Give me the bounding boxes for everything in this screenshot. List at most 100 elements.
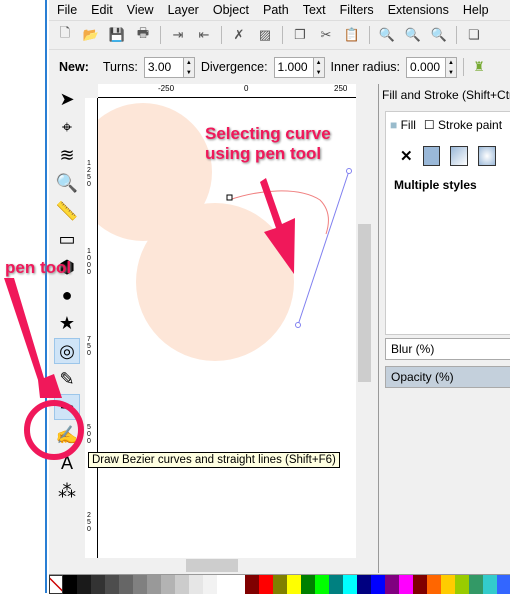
color-swatch[interactable] <box>441 575 455 594</box>
menu-bar: File Edit View Layer Object Path Text Filters Ex… <box>49 0 510 21</box>
divergence-stepper[interactable]: ▲ ▼ <box>313 56 325 78</box>
tab-fill[interactable]: ■ Fill <box>390 118 416 132</box>
menu-filters[interactable]: Filters <box>340 3 374 17</box>
color-palette <box>49 574 510 594</box>
menu-layer[interactable]: Layer <box>168 3 199 17</box>
color-swatch[interactable] <box>217 575 231 594</box>
linear-gradient-button[interactable] <box>450 146 469 166</box>
color-swatch[interactable] <box>273 575 287 594</box>
color-swatch[interactable] <box>357 575 371 594</box>
color-swatch[interactable] <box>427 575 441 594</box>
rectangle-tool-icon[interactable]: ▭ <box>54 226 80 252</box>
fill-stroke-panel: Fill and Stroke (Shift+Ctrl+F) ■ Fill ☐ … <box>378 84 510 573</box>
circle-shape <box>136 203 294 361</box>
zoom-page-icon[interactable]: 🔍 <box>430 26 448 44</box>
menu-path[interactable]: Path <box>263 3 289 17</box>
tooltip: Draw Bezier curves and straight lines (S… <box>88 452 340 468</box>
turns-input[interactable] <box>143 56 184 78</box>
annotation-arrow-pen <box>4 278 84 460</box>
canvas[interactable]: Selecting curve using pen tool <box>98 98 356 558</box>
color-swatch[interactable] <box>175 575 189 594</box>
save-icon[interactable]: 💾 <box>108 26 126 44</box>
color-swatch[interactable] <box>399 575 413 594</box>
color-swatch[interactable] <box>413 575 427 594</box>
flat-color-button[interactable] <box>422 146 441 166</box>
color-swatch[interactable] <box>161 575 175 594</box>
color-swatch[interactable] <box>189 575 203 594</box>
color-swatch[interactable] <box>329 575 343 594</box>
zoom-drawing-icon[interactable]: 🔍 <box>404 26 422 44</box>
reset-icon[interactable]: ♜ <box>470 58 488 76</box>
menu-extensions[interactable]: Extensions <box>388 3 449 17</box>
measure-tool-icon[interactable]: 📏 <box>54 198 80 224</box>
no-color-swatch[interactable] <box>49 575 63 594</box>
menu-edit[interactable]: Edit <box>91 3 113 17</box>
export-icon[interactable]: ⇤ <box>195 26 213 44</box>
scroll-thumb[interactable] <box>186 559 238 572</box>
radial-gradient-button[interactable] <box>478 146 497 166</box>
color-swatch[interactable] <box>343 575 357 594</box>
tweak-tool-icon[interactable]: ≋ <box>54 142 80 168</box>
color-swatch[interactable] <box>497 575 510 594</box>
color-swatch[interactable] <box>301 575 315 594</box>
spray-tool-icon[interactable]: ⁂ <box>54 478 80 504</box>
color-swatch[interactable] <box>91 575 105 594</box>
handle-node <box>295 322 301 328</box>
color-swatch[interactable] <box>245 575 259 594</box>
ruler-label: 250 <box>87 512 91 533</box>
color-swatch[interactable] <box>287 575 301 594</box>
ruler-label: 250 <box>334 84 348 93</box>
color-swatch[interactable] <box>231 575 245 594</box>
inner-radius-stepper[interactable]: ▲ ▼ <box>446 56 458 78</box>
new-icon[interactable]: 🗋 <box>56 25 74 44</box>
import-icon[interactable]: ⇥ <box>169 26 187 44</box>
turns-label: Turns: <box>102 60 138 74</box>
scroll-thumb[interactable] <box>358 224 371 382</box>
anchor-node <box>226 194 233 201</box>
color-swatch[interactable] <box>147 575 161 594</box>
delete-icon[interactable]: ✗ <box>230 26 248 44</box>
open-icon[interactable]: 📂 <box>82 26 100 44</box>
color-swatch[interactable] <box>105 575 119 594</box>
color-swatch[interactable] <box>77 575 91 594</box>
blur-slider[interactable]: Blur (%) <box>385 338 510 360</box>
color-swatch[interactable] <box>469 575 483 594</box>
opacity-slider[interactable]: Opacity (%) <box>385 366 510 388</box>
paste-icon[interactable]: 📋 <box>343 26 361 44</box>
vertical-scrollbar[interactable] <box>357 84 372 558</box>
menu-file[interactable]: File <box>57 3 77 17</box>
zoom-selection-icon[interactable]: 🔍 <box>378 26 396 44</box>
annotation-title: Selecting curve using pen tool <box>205 124 331 163</box>
cut-icon[interactable]: ✂ <box>317 26 335 44</box>
color-swatch[interactable] <box>455 575 469 594</box>
color-swatch[interactable] <box>315 575 329 594</box>
color-swatch[interactable] <box>119 575 133 594</box>
color-swatch[interactable] <box>385 575 399 594</box>
color-swatch[interactable] <box>371 575 385 594</box>
color-swatch[interactable] <box>63 575 77 594</box>
color-swatch[interactable] <box>483 575 497 594</box>
print-icon[interactable]: 🖶 <box>134 25 152 44</box>
new-label: New: <box>59 60 89 74</box>
color-swatch[interactable] <box>203 575 217 594</box>
menu-view[interactable]: View <box>127 3 154 17</box>
inner-radius-input[interactable] <box>406 56 447 78</box>
handle-node <box>346 168 352 174</box>
no-paint-button[interactable]: ✕ <box>400 147 413 165</box>
tab-stroke-paint[interactable]: ☐ Stroke paint <box>424 118 502 132</box>
divergence-input[interactable] <box>273 56 314 78</box>
menu-text[interactable]: Text <box>303 3 326 17</box>
color-swatch[interactable] <box>133 575 147 594</box>
ruler-label: -250 <box>158 84 175 93</box>
node-tool-icon[interactable]: ⌖ <box>54 114 80 140</box>
clone-icon[interactable]: ❏ <box>465 26 483 44</box>
menu-object[interactable]: Object <box>213 3 249 17</box>
menu-help[interactable]: Help <box>463 3 489 17</box>
duplicate-icon[interactable]: ❐ <box>291 26 309 44</box>
selector-tool-icon[interactable]: ➤ <box>54 86 80 112</box>
turns-stepper[interactable]: ▲ ▼ <box>183 56 195 78</box>
horizontal-scrollbar[interactable] <box>98 558 372 573</box>
clear-icon[interactable]: ▨ <box>256 26 274 44</box>
zoom-tool-icon[interactable]: 🔍 <box>54 170 80 196</box>
color-swatch[interactable] <box>259 575 273 594</box>
